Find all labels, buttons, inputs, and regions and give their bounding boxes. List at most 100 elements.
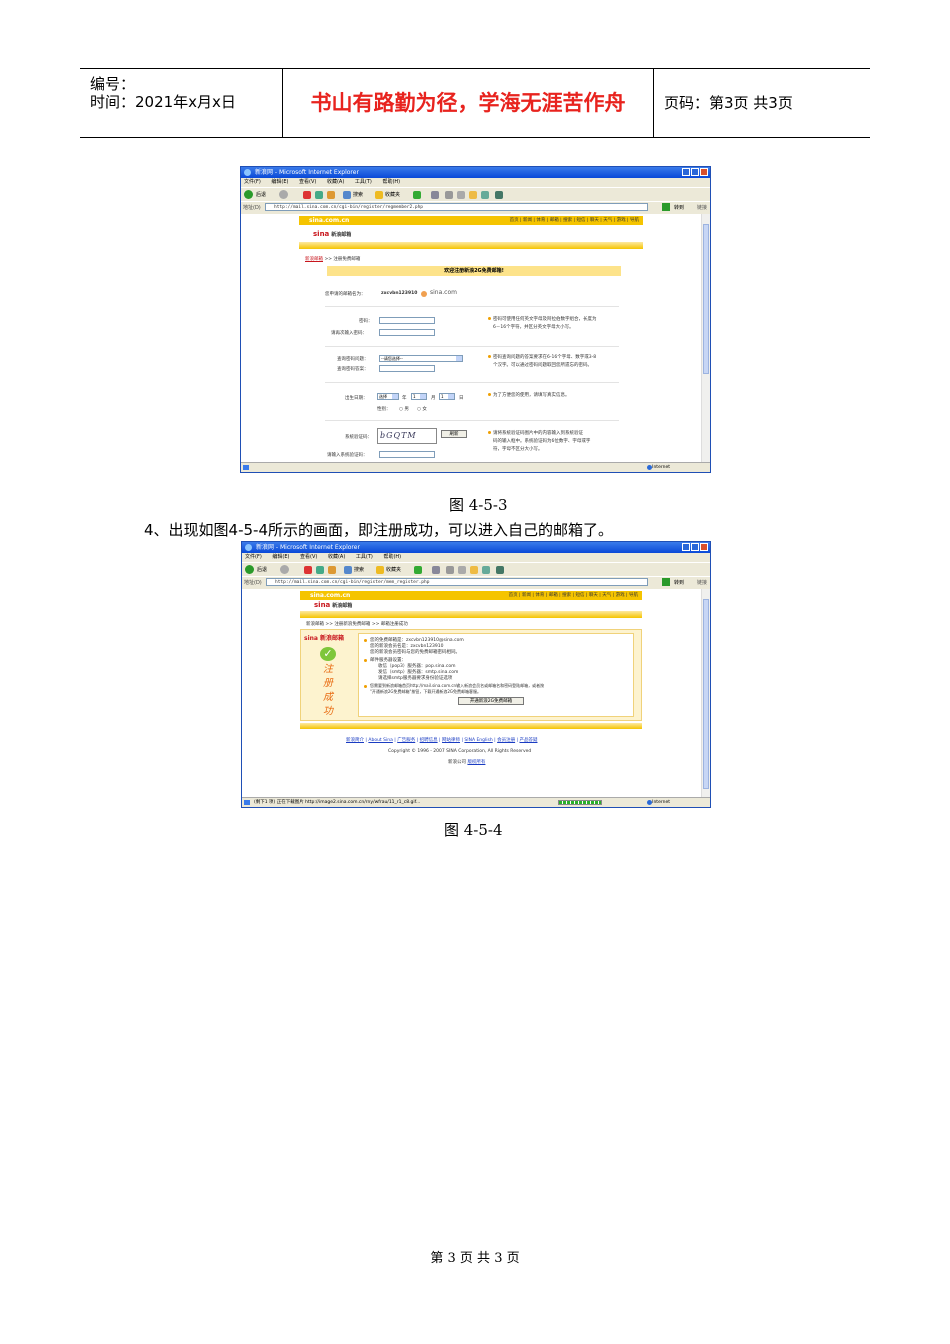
sina-nav[interactable]: 首页 | 新闻 | 体育 | 邮箱 | 搜索 | 短信 | 聊天 | 天气 | … [509,591,638,600]
go-icon[interactable] [662,578,670,586]
footer-link[interactable]: SINA English [464,738,492,743]
menu-view[interactable]: 查看(V) [299,179,316,185]
menu-favorites[interactable]: 收藏(A) [328,554,345,560]
favorites-star-icon[interactable] [376,566,384,574]
menu-view[interactable]: 查看(V) [300,554,317,560]
messenger-icon[interactable] [482,566,490,574]
birthday-day-select[interactable]: 1 [439,393,455,400]
page-content: sina.com.cn 首页 | 新闻 | 体育 | 邮箱 | 搜索 | 短信 … [241,214,702,462]
menu-file[interactable]: 文件(F) [244,179,261,185]
footer-link[interactable]: 网站律师 [442,738,460,743]
sina-domain[interactable]: sina.com.cn [309,216,349,225]
male-radio[interactable]: ○ 男 [399,406,409,412]
footer-link[interactable]: 会员注册 [497,738,515,743]
go-label[interactable]: 转到 [674,204,684,211]
breadcrumb-link[interactable]: 新浪邮箱 [305,257,323,262]
mail-icon[interactable] [445,191,453,199]
stop-icon[interactable] [303,191,311,199]
vertical-scrollbar[interactable] [701,589,710,797]
refresh-captcha-button[interactable]: 刷新 [441,430,467,438]
menu-file[interactable]: 文件(F) [245,554,262,560]
vertical-scrollbar[interactable] [701,214,710,462]
refresh-icon[interactable] [316,566,324,574]
menu-bar: 文件(F) 编辑(E) 查看(V) 收藏(A) 工具(T) 帮助(H) [242,553,710,562]
footer-link[interactable]: 产品答疑 [520,738,538,743]
menu-help[interactable]: 帮助(H) [383,554,401,560]
forward-icon[interactable] [279,190,288,199]
question-select[interactable]: --请您选择-- [379,355,463,362]
search-icon[interactable] [344,566,352,574]
go-label[interactable]: 转到 [674,579,684,586]
folder-icon[interactable] [469,191,477,199]
open-instruction: "开通新浪2G免费邮箱"按钮，下载开通新浪2G免费邮箱客服。 [370,689,481,694]
media-icon[interactable] [413,191,421,199]
links-label[interactable]: 链接 [697,579,707,586]
print-icon[interactable] [458,566,466,574]
footer-link[interactable]: About Sina [368,738,392,743]
captcha-input[interactable] [379,451,435,458]
favorites-star-icon[interactable] [375,191,383,199]
minimize-icon[interactable] [682,168,690,176]
menu-favorites[interactable]: 收藏(A) [327,179,344,185]
status-text: (剩下1 项) 正在下载图片 http://image2.sina.com.cn… [254,800,421,805]
close-icon[interactable] [700,543,708,551]
scrollbar-thumb[interactable] [703,599,709,789]
password-input[interactable] [379,317,435,324]
menu-tools[interactable]: 工具(T) [355,179,372,185]
tools-icon[interactable] [496,566,504,574]
page-number: 第 3 页 共 3 页 [430,1251,520,1266]
menu-bar: 文件(F) 编辑(E) 查看(V) 收藏(A) 工具(T) 帮助(H) [241,178,710,187]
sina-logo-text: sina [314,601,331,609]
footer-link[interactable]: 新浪简介 [346,738,364,743]
maximize-icon[interactable] [691,543,699,551]
birthday-month-select[interactable]: 1 [411,393,427,400]
links-label[interactable]: 链接 [697,204,707,211]
tools-icon[interactable] [495,191,503,199]
maximize-icon[interactable] [691,168,699,176]
birthday-year-select[interactable]: 选择 [377,393,399,400]
menu-edit[interactable]: 编辑(E) [272,554,289,560]
menu-tools[interactable]: 工具(T) [356,554,373,560]
captcha-input-label: 请输入系统验证码： [327,453,368,458]
history-icon[interactable] [432,566,440,574]
media-icon[interactable] [414,566,422,574]
home-icon[interactable] [327,191,335,199]
figure-4-5-3-browser: 新浪网 - Microsoft Internet Explorer 文件(F) … [240,166,711,473]
forward-icon[interactable] [280,565,289,574]
success-char: 册 [323,678,333,689]
ie-icon [245,544,252,551]
footer-link[interactable]: 广告服务 [397,738,415,743]
history-icon[interactable] [431,191,439,199]
toolbar: 后退 搜索 收藏夹 [241,187,710,201]
home-icon[interactable] [328,566,336,574]
footer-link[interactable]: 招聘信息 [420,738,438,743]
minimize-icon[interactable] [682,543,690,551]
answer-input[interactable] [379,365,435,372]
messenger-icon[interactable] [481,191,489,199]
mail-icon[interactable] [446,566,454,574]
sina-domain[interactable]: sina.com.cn [310,591,350,600]
menu-help[interactable]: 帮助(H) [382,179,400,185]
hint-bullet-icon [488,393,491,396]
refresh-icon[interactable] [315,191,323,199]
back-icon[interactable] [244,190,253,199]
copyright-link[interactable]: 版权所有 [467,760,485,765]
success-side-logo: sina 新浪邮箱 [304,635,345,642]
menu-edit[interactable]: 编辑(E) [271,179,288,185]
female-radio[interactable]: ○ 女 [417,406,427,412]
address-input[interactable]: http://mail.sina.com.cn/cgi-bin/register… [265,203,648,211]
back-icon[interactable] [245,565,254,574]
go-icon[interactable] [662,203,670,211]
smtp-auth-note: 请选择smtp服务器要求身份验证选项 [378,676,453,681]
password-again-input[interactable] [379,329,435,336]
print-icon[interactable] [457,191,465,199]
open-mailbox-button[interactable]: 开通新浪2G免费邮箱 [458,697,524,705]
stop-icon[interactable] [304,566,312,574]
address-input[interactable]: http://mail.sina.com.cn/cgi-bin/register… [266,578,648,586]
close-icon[interactable] [700,168,708,176]
scrollbar-thumb[interactable] [703,224,709,374]
search-icon[interactable] [343,191,351,199]
folder-icon[interactable] [470,566,478,574]
sina-nav[interactable]: 首页 | 新闻 | 体育 | 邮箱 | 搜索 | 短信 | 聊天 | 天气 | … [510,216,639,225]
sina-logo-sub: 新浪邮箱 [331,232,352,238]
